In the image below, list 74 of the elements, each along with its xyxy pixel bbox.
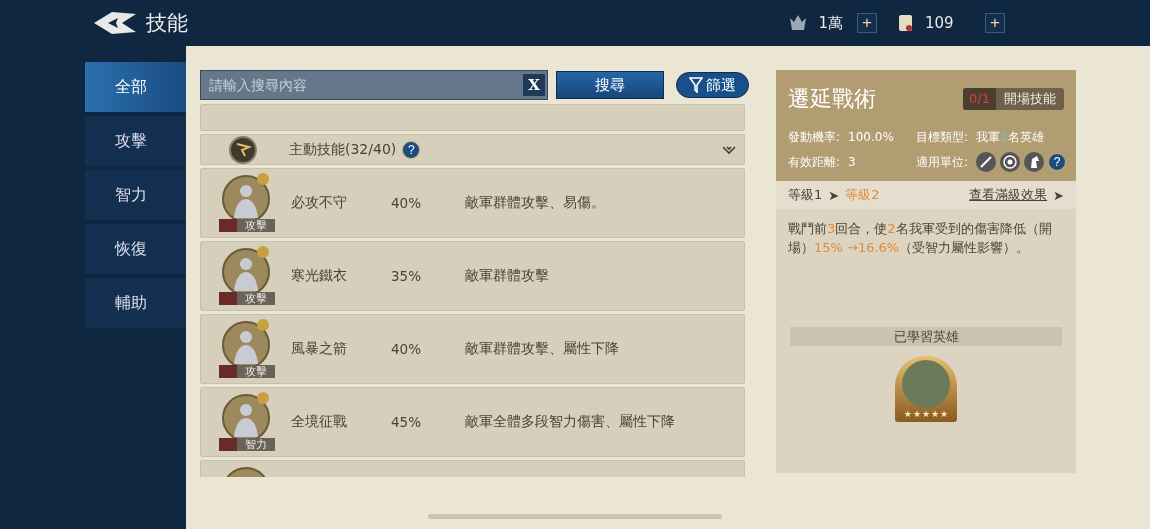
hero-card[interactable]: ★★★★★	[895, 356, 957, 422]
star-icon: ★	[921, 409, 931, 419]
skill-effect: 敵軍群體攻擊、易傷。	[465, 194, 605, 212]
stat-label: 適用單位:	[916, 153, 969, 171]
page-title: 技能	[146, 10, 188, 37]
clear-button[interactable]: X	[523, 74, 545, 96]
category-tab[interactable]: 全部	[85, 62, 186, 112]
skill-row[interactable]: 攻擊 風暴之箭 40% 敵軍群體攻擊、屬性下降	[200, 314, 745, 384]
skill-name: 必攻不守	[291, 194, 348, 212]
skill-row[interactable]: 智力 全境征戰 45% 敵軍全體多段智力傷害、屬性下降	[200, 387, 745, 457]
level-label: 等級1	[788, 186, 823, 204]
category-tab[interactable]: 輔助	[85, 278, 186, 328]
skill-name: 風暴之箭	[291, 340, 348, 358]
help-button[interactable]: ?	[402, 140, 421, 159]
skill-effect: 敵軍群體攻擊、屬性下降	[465, 340, 619, 358]
type-tag: 攻擊	[237, 292, 275, 305]
resource-amount: 1萬	[818, 13, 843, 33]
cost-tag	[219, 365, 237, 378]
skill-name: 全境征戰	[291, 413, 348, 431]
skill-effect: 敵軍群體攻擊	[465, 267, 549, 285]
flag-emblem-icon	[229, 135, 257, 164]
skill-rate: 40%	[391, 341, 422, 357]
skill-name: 寒光鐵衣	[291, 267, 348, 285]
type-tag: 攻擊	[237, 365, 275, 378]
max-level-link[interactable]: 查看滿級效果	[969, 186, 1048, 204]
filter-button[interactable]: 篩選	[676, 72, 749, 98]
category-tab[interactable]: 智力	[85, 170, 186, 220]
star-icon: ★	[931, 409, 940, 419]
cost-tag	[219, 438, 237, 451]
skill-rate: 40%	[391, 195, 422, 211]
type-tag: 智力	[237, 438, 275, 451]
category-tab[interactable]: 攻擊	[85, 116, 186, 166]
logo-icon	[92, 10, 138, 36]
search-button[interactable]: 搜尋	[556, 71, 664, 99]
star-icon: ★	[903, 409, 912, 419]
target-icon	[1000, 152, 1021, 172]
type-tag: 攻擊	[237, 219, 275, 232]
skill-title: 遷延戰術	[788, 85, 876, 113]
skill-tag: 0/1 開場技能	[963, 88, 1064, 110]
skill-row[interactable]: 攻擊 必攻不守 40% 敵軍群體攻擊、易傷。	[200, 168, 745, 238]
star-icon: ★	[940, 409, 949, 419]
skill-effect: 敵軍全體多段智力傷害、屬性下降	[465, 413, 675, 431]
section-title: 已學習英雄	[790, 327, 1062, 346]
hero-portrait-placeholder	[902, 360, 950, 408]
skill-description: 戰鬥前3回合，使2名我軍受到的傷害降低（開場）15% →16.6%（受智力屬性影響）。	[787, 220, 1053, 257]
stat-value: 100.0%	[848, 130, 894, 144]
stat-value: 3	[848, 155, 856, 169]
help-button[interactable]: ?	[1048, 153, 1067, 171]
helmet-icon	[788, 14, 809, 32]
category-tab[interactable]: 恢復	[85, 224, 186, 274]
search-field[interactable]: 請輸入搜尋內容 X	[200, 70, 548, 100]
add-button[interactable]: +	[857, 13, 877, 33]
chevron-icon[interactable]	[722, 144, 736, 155]
level-label: 等級2	[845, 186, 880, 204]
sword-icon	[976, 152, 997, 172]
scroll-icon	[897, 13, 915, 33]
stat-label: 發動機率:	[788, 128, 841, 146]
stat-label: 有效距離:	[788, 153, 841, 171]
skill-rate: 35%	[391, 268, 422, 284]
skill-group-header[interactable]: 主動技能(32/40) ?	[200, 134, 745, 165]
filter-icon	[689, 77, 703, 93]
star-icon: ★	[912, 409, 921, 419]
cost-tag	[219, 219, 237, 232]
stat-label: 目標類型:	[916, 128, 969, 146]
horse-icon	[1024, 152, 1045, 172]
add-button[interactable]: +	[985, 13, 1005, 33]
arrow-icon: ➤	[1053, 187, 1064, 203]
group-title: 主動技能(32/40)	[289, 140, 397, 159]
stat-value: 我軍2名英雄	[976, 128, 1044, 146]
resource-amount: 109	[925, 14, 955, 32]
skill-rate: 45%	[391, 414, 422, 430]
skill-row[interactable]: 攻擊 寒光鐵衣 35% 敵軍群體攻擊	[200, 241, 745, 311]
cost-tag	[219, 292, 237, 305]
arrow-icon: ➤	[828, 187, 840, 203]
